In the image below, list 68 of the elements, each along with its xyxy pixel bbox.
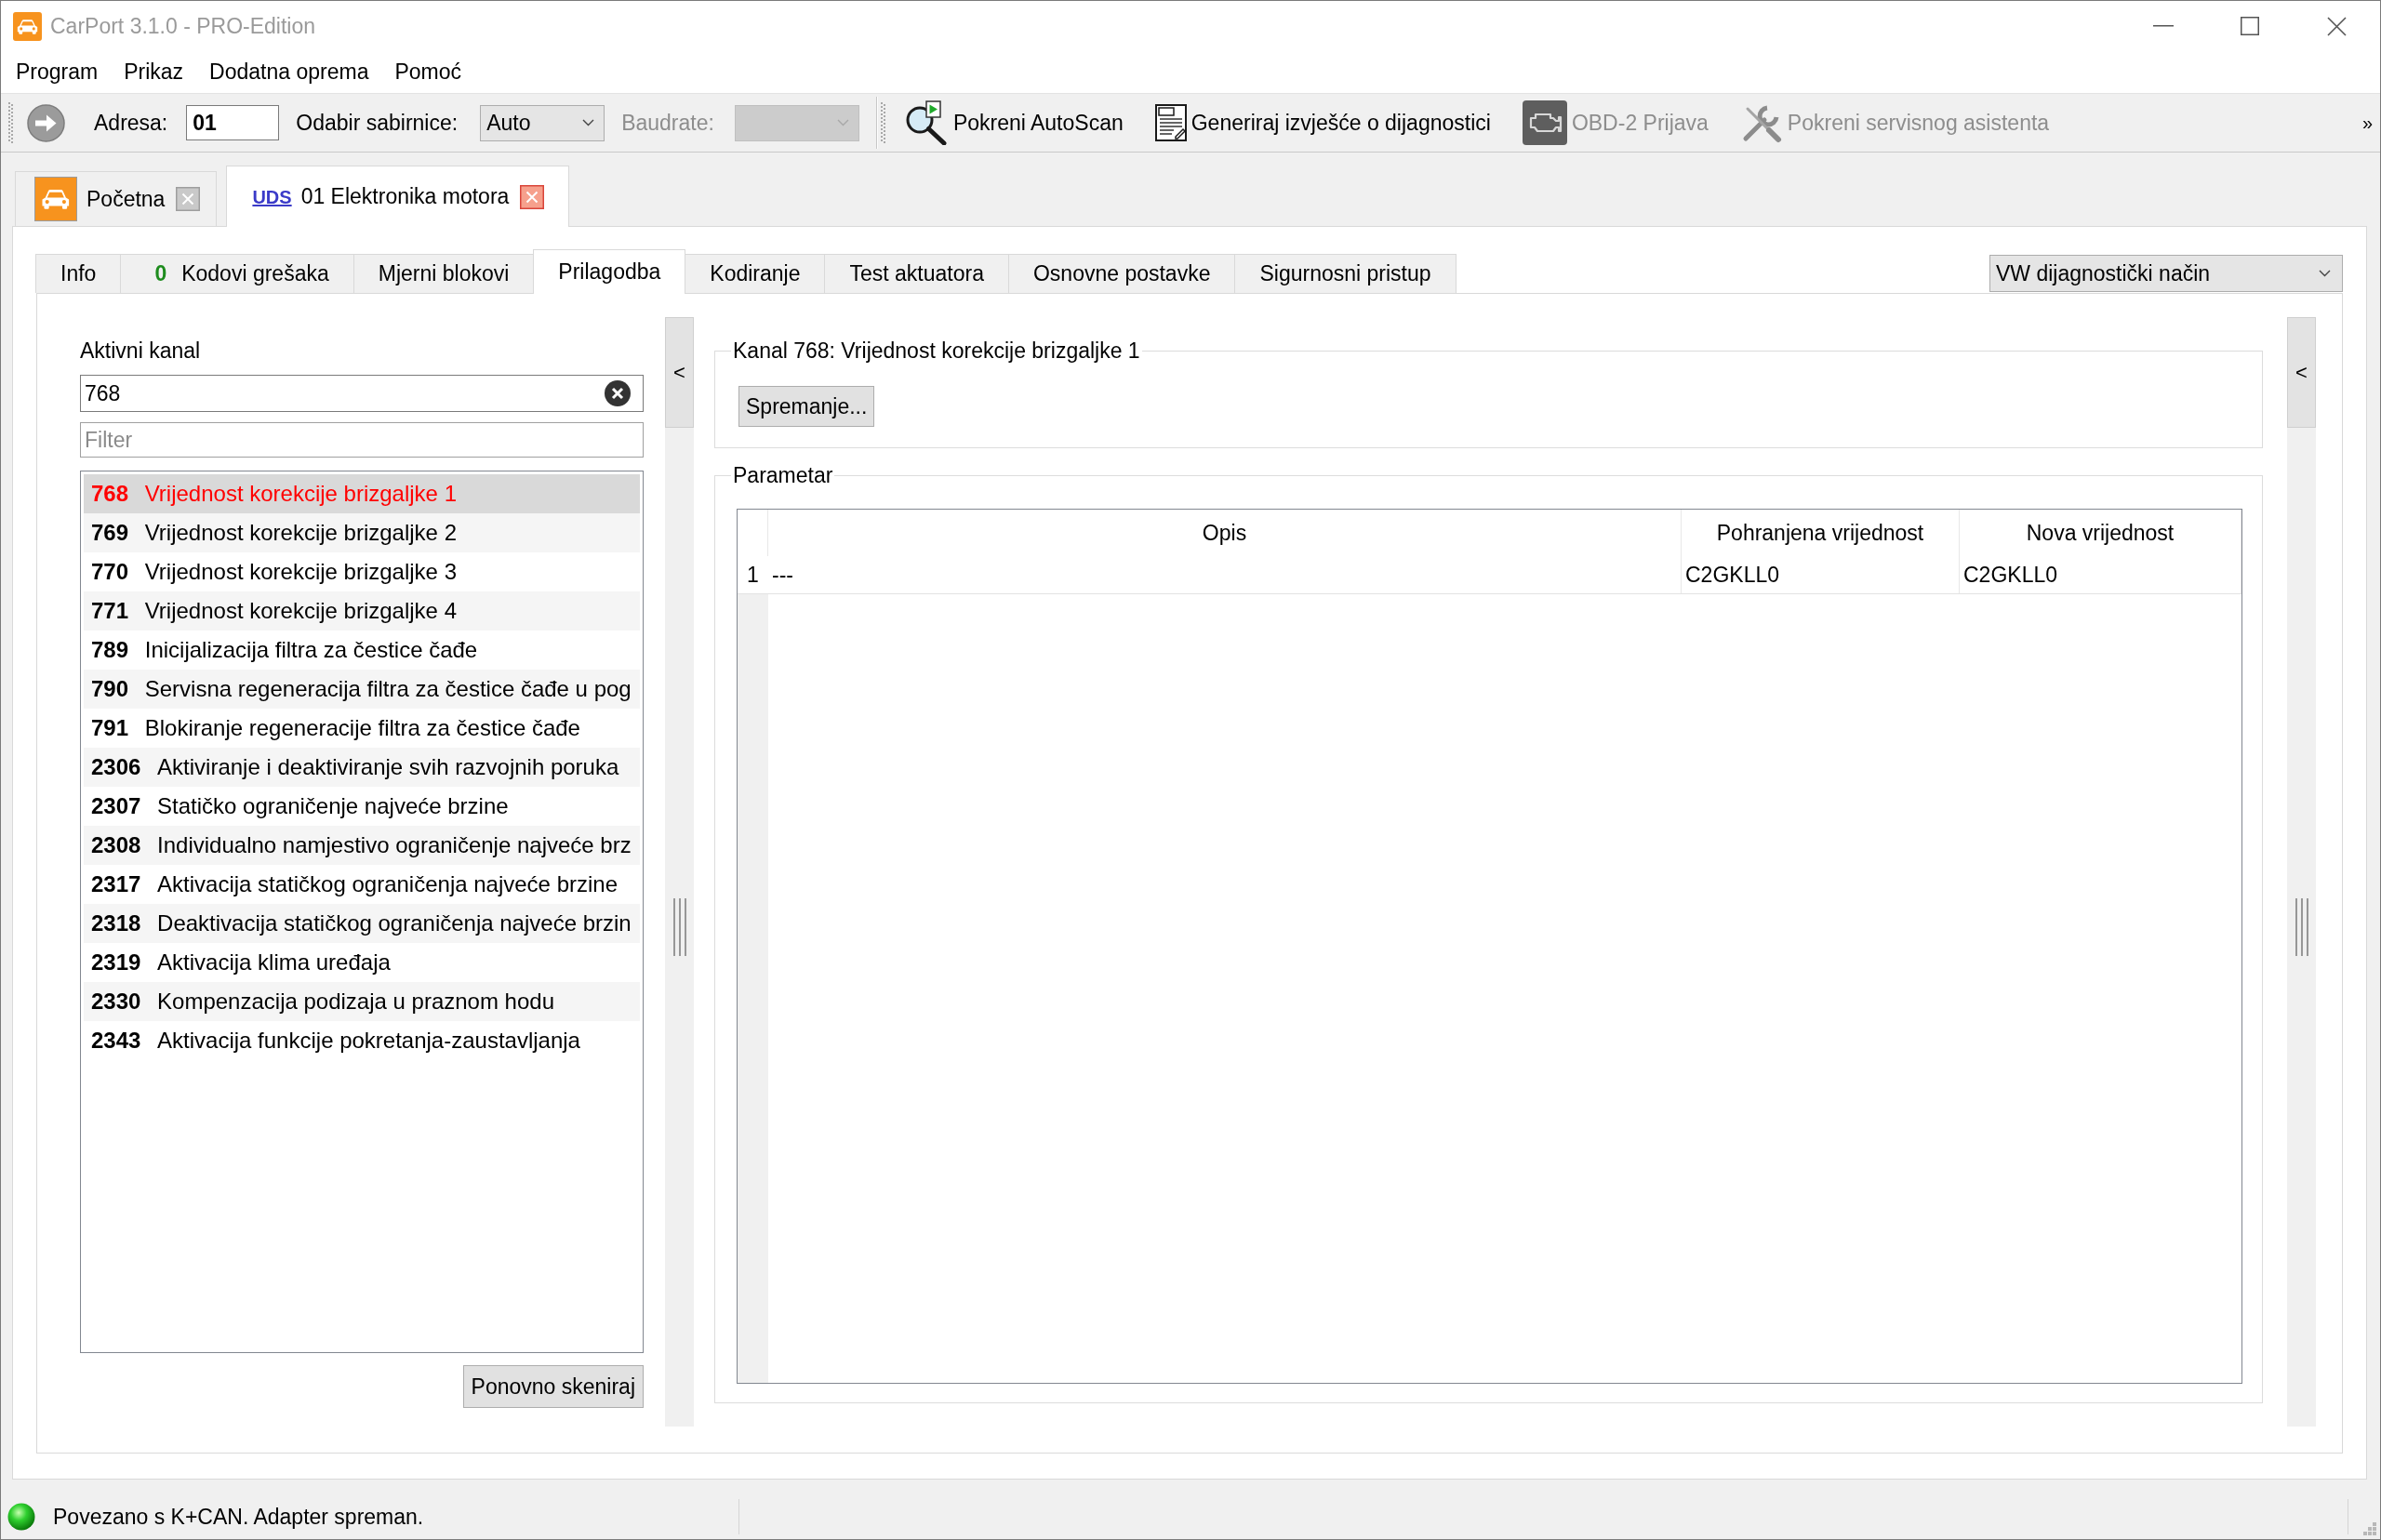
- status-text: Povezano s K+CAN. Adapter spreman.: [53, 1503, 424, 1531]
- column-header: Pohranjena vrijednost: [1716, 519, 1924, 547]
- save-button[interactable]: Spremanje...: [738, 386, 875, 427]
- tab[interactable]: Test aktuatora: [824, 254, 1009, 293]
- bus-dropdown[interactable]: Auto: [480, 104, 605, 141]
- field-label: Aktivni kanal: [80, 339, 201, 363]
- channel-list-item[interactable]: 769 Vrijednost korekcije brizgaljke 2: [84, 513, 640, 552]
- car-icon: [13, 11, 42, 41]
- channel-list-item[interactable]: 771 Vrijednost korekcije brizgaljke 4: [84, 591, 640, 631]
- stored-value: C2GKLL0: [1685, 561, 1779, 589]
- document-tab[interactable]: UDS 01 Elektronika motora: [226, 166, 570, 227]
- document-icon: [1154, 104, 1187, 141]
- grip-icon[interactable]: [8, 101, 13, 144]
- field-label: Adresa:: [94, 109, 168, 137]
- overflow-button[interactable]: »: [2361, 109, 2373, 137]
- resize-grip-icon[interactable]: [2363, 1522, 2376, 1535]
- close-icon[interactable]: [2327, 16, 2347, 36]
- toolbar-button[interactable]: Pokreni AutoScan: [903, 99, 1124, 147]
- chevron-down-icon: [582, 119, 595, 126]
- channel-list-item[interactable]: 2318 Deaktivacija statičkog ograničenja najveće brzin: [84, 904, 640, 943]
- tab[interactable]: Sigurnosni pristup: [1234, 254, 1457, 293]
- maximize-icon[interactable]: [2241, 17, 2259, 35]
- group-title: Parametar: [732, 463, 834, 487]
- channel-list-item[interactable]: 2308 Individualno namjestivo ograničenje najveće brz: [84, 826, 640, 865]
- mode-dropdown[interactable]: VW dijagnostički način: [1989, 255, 2343, 292]
- channel-list-item[interactable]: 2330 Kompenzacija podizaja u praznom hodu: [84, 982, 640, 1021]
- menu-item[interactable]: Program: [3, 51, 112, 93]
- tab[interactable]: Kodiranje: [685, 254, 826, 293]
- grip-icon[interactable]: [2294, 898, 2309, 956]
- menu-item[interactable]: Pomoć: [381, 51, 475, 93]
- car-icon: [34, 177, 77, 221]
- field-label: Baudrate:: [621, 109, 714, 137]
- row-number: 1: [747, 561, 759, 589]
- column-header: Opis: [1202, 519, 1247, 547]
- minimize-icon[interactable]: [2153, 25, 2174, 27]
- menu-item[interactable]: Dodatna oprema: [196, 51, 382, 93]
- collapse-button[interactable]: <: [2287, 317, 2316, 428]
- tab[interactable]: Prilagodba: [533, 249, 686, 294]
- new-value: C2GKLL0: [1963, 561, 2057, 589]
- window-title: CarPort 3.1.0 - PRO-Edition: [50, 12, 316, 40]
- channel-list-item[interactable]: 790 Servisna regeneracija filtra za čestice čađe u pog: [84, 670, 640, 709]
- description-text: ---: [772, 561, 793, 589]
- tab[interactable]: Info: [35, 254, 122, 293]
- chevron-down-icon: [2319, 270, 2331, 277]
- field-label: Odabir sabirnice:: [296, 109, 459, 137]
- tab[interactable]: Osnovne postavke: [1007, 254, 1236, 293]
- splitter[interactable]: <: [665, 317, 694, 1427]
- toolbar-button[interactable]: Generiraj izvješće o dijagnostici: [1154, 99, 1491, 147]
- channel-field[interactable]: 768: [80, 375, 644, 412]
- group-title: Kanal 768: Vrijednost korekcije brizgaljke 1: [732, 339, 1141, 363]
- channel-list-item[interactable]: 2306 Aktiviranje i deaktiviranje svih razvojnih poruka: [84, 748, 640, 787]
- close-icon[interactable]: [520, 184, 545, 209]
- grip-icon[interactable]: [880, 101, 885, 144]
- arrow-right-icon[interactable]: [27, 103, 65, 142]
- filter-field[interactable]: Filter: [80, 422, 644, 458]
- collapse-button[interactable]: <: [665, 317, 694, 428]
- engine-icon: [1522, 100, 1567, 145]
- document-tab[interactable]: Početna: [15, 171, 218, 226]
- tab[interactable]: 0 Kodovi grešaka: [120, 254, 354, 293]
- tab[interactable]: Mjerni blokovi: [352, 254, 535, 293]
- column-header: Nova vrijednost: [2026, 519, 2175, 547]
- rescan-button[interactable]: Ponovno skeniraj: [462, 1365, 644, 1408]
- splitter[interactable]: <: [2287, 317, 2316, 1427]
- address-field[interactable]: 01: [186, 105, 280, 140]
- chevron-down-icon: [836, 119, 849, 126]
- grip-icon[interactable]: [672, 898, 687, 956]
- menu-item[interactable]: Prikaz: [111, 51, 197, 93]
- clear-icon[interactable]: [605, 380, 631, 406]
